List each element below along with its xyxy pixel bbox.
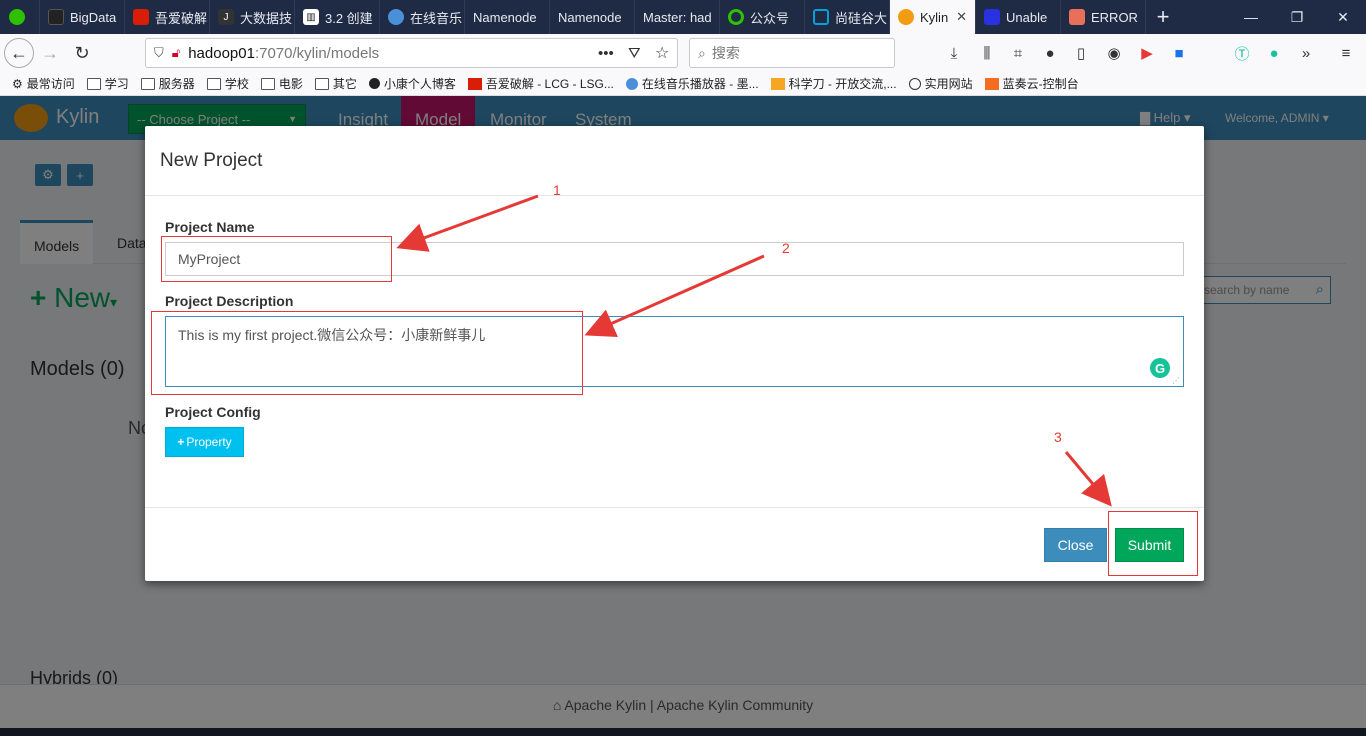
bookmark-star-icon[interactable]: ☆	[655, 43, 669, 63]
wechat-icon	[8, 9, 25, 25]
bookmark-folder[interactable]: 学习	[86, 75, 129, 92]
bookmark-item[interactable]: 实用网站	[908, 75, 973, 92]
browser-tab[interactable]: Master: had	[635, 0, 720, 34]
book-icon: ▥	[303, 9, 319, 25]
browser-tab[interactable]: Unable	[976, 0, 1061, 34]
project-description-label: Project Description	[165, 293, 294, 309]
os-taskbar	[0, 728, 1366, 736]
browser-tab[interactable]: 尚硅谷大	[805, 0, 890, 34]
bookmark-item[interactable]: 小康个人博客	[368, 75, 456, 92]
search-bar[interactable]: ⌕ 搜索	[689, 38, 895, 68]
jianshu-icon	[1069, 9, 1085, 25]
annotation-number: 3	[1054, 429, 1062, 445]
csdn-icon: J	[218, 9, 234, 25]
bookmarks-bar: ⚙ 最常访问 学习 服务器 学校 电影 其它 小康个人博客 吾爱破解 - LCG …	[0, 72, 1366, 96]
52pojie-icon	[133, 9, 149, 25]
close-icon[interactable]: ✕	[956, 9, 967, 25]
minimize-icon[interactable]: —	[1228, 0, 1274, 34]
folder-icon	[206, 77, 221, 90]
extension-icon[interactable]: ▶	[1138, 44, 1156, 62]
bookmark-item[interactable]: 科学刀 - 开放交流,...	[770, 75, 897, 92]
globe-icon	[388, 9, 404, 25]
search-icon: ⌕	[698, 44, 706, 61]
translate-icon[interactable]: Ⓣ	[1233, 44, 1251, 63]
grammarly-icon[interactable]: ●	[1265, 44, 1283, 62]
grammarly-icon[interactable]: G	[1150, 358, 1170, 378]
folder-icon	[260, 77, 275, 90]
url-bar[interactable]: ⛉ 🔓︎ hadoop01:7070/kylin/models ••• ⛛ ☆	[145, 38, 678, 68]
browser-tab-active[interactable]: Kylin ✕	[890, 0, 976, 34]
bookmark-item[interactable]: 在线音乐播放器 - 墨...	[625, 75, 759, 92]
menu-icon[interactable]: ≡	[1337, 44, 1355, 62]
globe-icon	[625, 77, 638, 90]
annotation-box-submit	[1108, 511, 1198, 576]
resize-grip-icon[interactable]: ⋰	[1172, 376, 1180, 385]
sidebar-icon[interactable]: ▯	[1072, 44, 1090, 62]
chat-icon[interactable]: ●	[1041, 44, 1059, 62]
gear-icon: ⚙	[12, 76, 23, 91]
kylin-icon	[898, 9, 914, 25]
overflow-chevron-icon[interactable]: »	[1297, 44, 1315, 62]
shield-icon: ⛉	[154, 45, 164, 60]
baidu-icon	[984, 9, 1000, 25]
reload-icon[interactable]: ↻	[66, 37, 98, 69]
insecure-lock-icon: 🔓︎	[171, 45, 181, 60]
plus-icon: +	[177, 435, 185, 449]
modal-header: New Project	[145, 126, 1204, 196]
back-arrow-icon[interactable]: ←	[4, 38, 34, 68]
screenshot-icon[interactable]: ⌗	[1009, 44, 1027, 62]
extension-z-icon[interactable]: ■	[1170, 44, 1188, 62]
browser-tab[interactable]: ERROR	[1061, 0, 1146, 34]
browser-tab[interactable]: 公众号	[720, 0, 805, 34]
bookmark-item[interactable]: ⚙ 最常访问	[12, 75, 75, 92]
browser-tab[interactable]: 吾爱破解	[125, 0, 210, 34]
browser-tab[interactable]: Namenode	[465, 0, 550, 34]
close-button[interactable]: Close	[1044, 528, 1107, 562]
folder-icon	[314, 77, 329, 90]
modal-title: New Project	[160, 150, 263, 171]
library-icon[interactable]: ⫼	[978, 44, 996, 62]
annotation-number: 2	[782, 240, 790, 256]
folder-icon	[86, 77, 101, 90]
bookmark-folder[interactable]: 学校	[206, 75, 249, 92]
new-tab-button[interactable]: +	[1146, 0, 1180, 34]
lanzou-icon	[984, 77, 999, 90]
download-icon[interactable]: ⤓	[945, 44, 963, 62]
restore-icon[interactable]: ❐	[1274, 0, 1320, 34]
bookmark-folder[interactable]: 其它	[314, 75, 357, 92]
add-property-button[interactable]: + Property	[165, 427, 244, 457]
bookmark-folder[interactable]: 电影	[260, 75, 303, 92]
52pojie-icon	[467, 77, 482, 90]
browser-tab[interactable]: BigData	[40, 0, 125, 34]
blog-icon	[368, 78, 380, 89]
pocket-icon[interactable]: ⛛	[628, 45, 641, 62]
bookmark-folder[interactable]: 服务器	[140, 75, 195, 92]
wechat-mp-icon	[728, 9, 744, 25]
close-window-icon[interactable]: ✕	[1320, 0, 1366, 34]
folder-icon	[140, 77, 155, 90]
annotation-number: 1	[553, 182, 561, 198]
account-icon[interactable]: ◉	[1105, 44, 1123, 62]
project-name-label: Project Name	[165, 219, 255, 235]
browser-tab[interactable]: ▥ 3.2 创建	[295, 0, 380, 34]
bigdata-icon	[48, 9, 64, 25]
browser-navbar: ← → ↻ ⛉ 🔓︎ hadoop01:7070/kylin/models ••…	[0, 34, 1366, 72]
forward-arrow-icon[interactable]: →	[34, 37, 66, 69]
kylin-page: Kylin -- Choose Project -- ▼ Insight Mod…	[0, 96, 1366, 736]
page-actions-icon[interactable]: •••	[598, 45, 614, 62]
globe-icon	[908, 77, 921, 90]
modal-footer-divider	[145, 507, 1204, 508]
bookmark-item[interactable]: 吾爱破解 - LCG - LSG...	[467, 75, 614, 92]
bookmark-item[interactable]: 蓝奏云-控制台	[984, 75, 1079, 92]
annotation-box-project-name	[161, 236, 392, 282]
browser-tabbar: BigData 吾爱破解 J 大数据技 ▥ 3.2 创建 在线音乐 Nameno…	[0, 0, 1366, 34]
browser-tab-wechat[interactable]	[0, 0, 40, 34]
browser-tab[interactable]: J 大数据技	[210, 0, 295, 34]
browser-tab[interactable]: Namenode	[550, 0, 635, 34]
browser-tab[interactable]: 在线音乐	[380, 0, 465, 34]
bilibili-icon	[813, 9, 829, 25]
kxdao-icon	[770, 77, 785, 90]
annotation-box-description	[151, 311, 583, 395]
project-config-label: Project Config	[165, 404, 261, 420]
